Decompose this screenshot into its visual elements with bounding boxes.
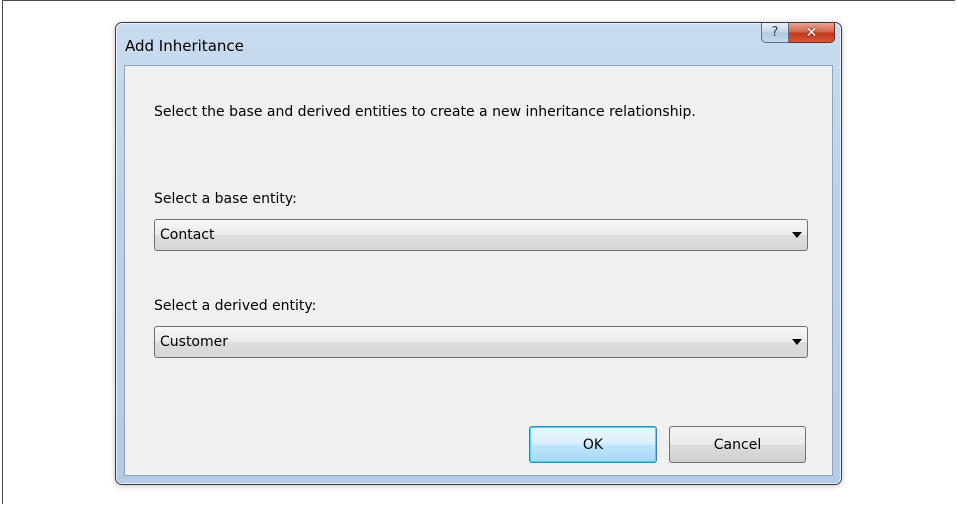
base-entity-label: Select a base entity: — [154, 191, 297, 207]
close-button[interactable]: ✕ — [789, 23, 835, 43]
add-inheritance-dialog: Add Inheritance ? ✕ Select the base and … — [115, 22, 842, 485]
derived-entity-selected-value: Customer — [160, 334, 229, 350]
cancel-button[interactable]: Cancel — [669, 426, 806, 463]
instruction-text: Select the base and derived entities to … — [154, 104, 696, 120]
help-icon: ? — [771, 25, 779, 40]
base-entity-selected-value: Contact — [160, 227, 215, 243]
chevron-down-icon — [792, 232, 802, 238]
caption-buttons: ? ✕ — [761, 23, 835, 44]
ok-button[interactable]: OK — [529, 426, 657, 463]
window-title: Add Inheritance — [125, 37, 244, 55]
base-entity-dropdown[interactable]: Contact — [154, 219, 808, 251]
close-icon: ✕ — [805, 24, 818, 41]
title-bar[interactable]: Add Inheritance ? ✕ — [116, 23, 841, 65]
chevron-down-icon — [792, 339, 802, 345]
dialog-client-area: Select the base and derived entities to … — [124, 65, 833, 476]
help-button[interactable]: ? — [761, 23, 789, 43]
derived-entity-dropdown[interactable]: Customer — [154, 326, 808, 358]
derived-entity-label: Select a derived entity: — [154, 298, 317, 314]
